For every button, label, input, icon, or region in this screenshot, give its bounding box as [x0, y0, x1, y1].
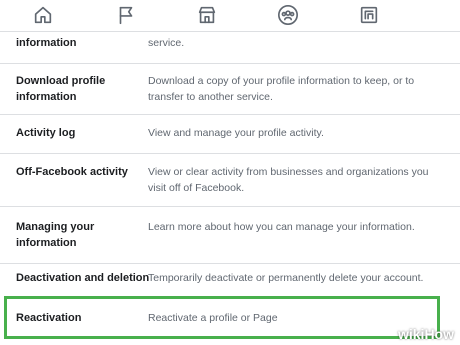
settings-row-download-profile[interactable]: Download profile information Download a … [0, 64, 460, 114]
settings-row-deactivation-deletion[interactable]: Deactivation and deletion Temporarily de… [0, 264, 460, 296]
row-description: Temporarily deactivate or permanently de… [148, 272, 424, 284]
marketplace-icon[interactable] [194, 2, 220, 28]
top-nav-bar [0, 0, 460, 32]
home-icon[interactable] [30, 2, 56, 28]
row-title: Activity log [16, 127, 76, 139]
row-description: View and manage your profile activity. [148, 127, 324, 139]
reactivation-highlight-box [4, 296, 440, 339]
settings-row-transfer[interactable]: information service. [0, 33, 460, 57]
row-title: information [16, 37, 77, 49]
row-title: Managing your information [16, 221, 95, 249]
watermark-wiki: wiki [397, 326, 425, 342]
groups-icon[interactable] [275, 2, 301, 28]
row-description: Learn more about how you can manage your… [148, 221, 415, 233]
settings-row-activity-log[interactable]: Activity log View and manage your profil… [0, 115, 460, 153]
row-title: Deactivation and deletion [16, 272, 150, 284]
flag-icon[interactable] [113, 2, 139, 28]
settings-row-managing-information[interactable]: Managing your information Learn more abo… [0, 207, 460, 263]
watermark-how: How [424, 326, 454, 342]
gaming-icon[interactable] [356, 2, 382, 28]
settings-row-off-facebook-activity[interactable]: Off-Facebook activity View or clear acti… [0, 154, 460, 206]
row-description: View or clear activity from businesses a… [148, 166, 429, 194]
row-title: Download profile information [16, 75, 106, 103]
row-description: Download a copy of your profile informat… [148, 75, 415, 103]
row-description: service. [148, 37, 185, 49]
watermark: wikiHow [398, 326, 454, 342]
row-title: Off-Facebook activity [16, 166, 128, 178]
